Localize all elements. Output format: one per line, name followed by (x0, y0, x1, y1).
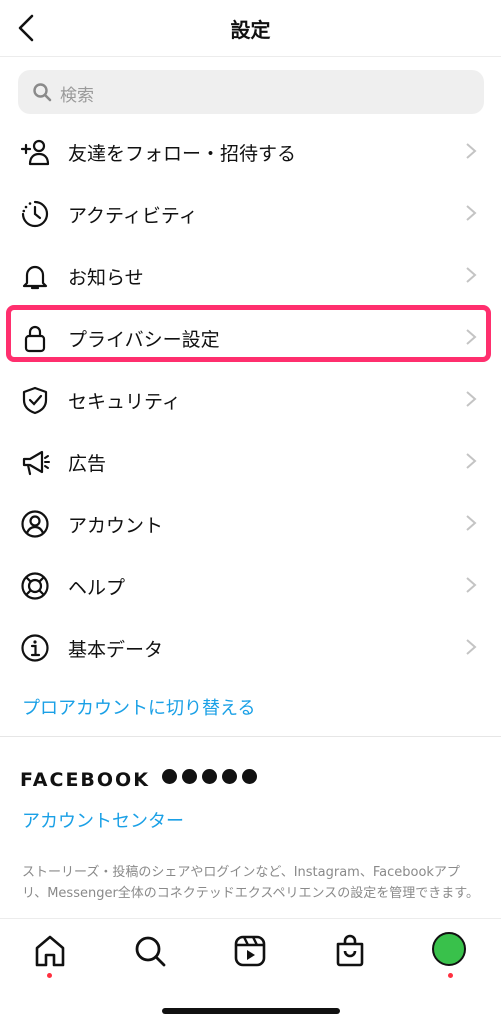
search-input[interactable]: 検索 (18, 70, 484, 114)
menu-item-label: 広告 (68, 453, 107, 475)
settings-menu: 友達をフォロー・招待する アクティビティ お知らせ プライバシー設定 セキュリテ… (0, 120, 501, 678)
facebook-wordmark: FACEBOOK (20, 769, 150, 791)
menu-item-ads[interactable]: 広告 (0, 430, 501, 492)
menu-item-security[interactable]: セキュリティ (0, 368, 501, 430)
lifebuoy-icon (21, 572, 49, 600)
menu-item-account[interactable]: アカウント (0, 492, 501, 554)
menu-item-label: お知らせ (68, 267, 144, 289)
shop-icon[interactable] (332, 933, 368, 969)
menu-item-label: 基本データ (68, 639, 164, 661)
bottom-tab-bar (0, 918, 501, 1025)
menu-item-label: アカウント (68, 515, 164, 537)
switch-to-professional-link[interactable]: プロアカウントに切り替える (22, 694, 255, 720)
header: 設定 (0, 0, 501, 57)
section-divider (0, 736, 501, 737)
megaphone-icon (22, 450, 50, 476)
profile-notification-dot (448, 973, 453, 978)
menu-item-notifications[interactable]: お知らせ (0, 244, 501, 306)
chevron-right-icon (466, 453, 477, 469)
home-icon[interactable] (32, 933, 68, 969)
activity-icon (21, 200, 49, 228)
menu-item-follow-invite[interactable]: 友達をフォロー・招待する (0, 120, 501, 182)
bell-icon (22, 265, 48, 290)
search-placeholder: 検索 (60, 86, 94, 106)
menu-item-label: セキュリティ (68, 391, 181, 413)
menu-item-help[interactable]: ヘルプ (0, 554, 501, 616)
chevron-right-icon (466, 267, 477, 283)
add-person-icon (20, 139, 50, 166)
home-notification-dot (47, 973, 52, 978)
chevron-right-icon (466, 639, 477, 655)
account-center-description: ストーリーズ・投稿のシェアやログインなど、Instagram、Facebookア… (22, 865, 479, 901)
instagram-icon (202, 769, 217, 784)
search-tab-icon[interactable] (132, 933, 168, 969)
reels-icon[interactable] (232, 933, 268, 969)
menu-item-label: ヘルプ (68, 577, 126, 599)
portal-icon (242, 769, 257, 784)
facebook-icon (162, 769, 177, 784)
chevron-right-icon (466, 205, 477, 221)
menu-item-activity[interactable]: アクティビティ (0, 182, 501, 244)
chevron-right-icon (466, 515, 477, 531)
chevron-right-icon (466, 391, 477, 407)
account-icon (21, 510, 49, 538)
home-indicator (162, 1008, 340, 1014)
menu-item-label: 友達をフォロー・招待する (68, 143, 297, 165)
whatsapp-icon (222, 769, 237, 784)
menu-item-label: アクティビティ (68, 205, 198, 227)
shield-icon (22, 386, 48, 415)
profile-avatar[interactable] (432, 932, 466, 966)
chevron-right-icon (466, 143, 477, 159)
info-icon (21, 634, 49, 662)
page-title: 設定 (230, 18, 271, 42)
chevron-right-icon (466, 577, 477, 593)
menu-item-about[interactable]: 基本データ (0, 616, 501, 678)
messenger-icon (182, 769, 197, 784)
account-center-link[interactable]: アカウントセンター (22, 807, 184, 833)
meta-app-icons (162, 769, 257, 784)
privacy-highlight-box (6, 305, 491, 362)
search-icon (33, 83, 52, 102)
